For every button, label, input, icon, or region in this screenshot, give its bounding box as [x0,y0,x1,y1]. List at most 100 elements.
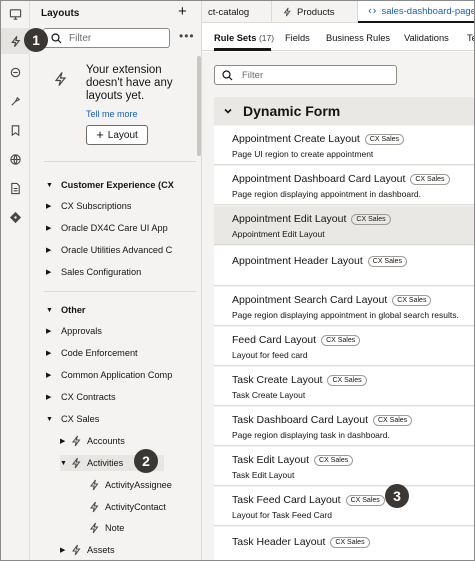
tab-validations[interactable]: Validations [404,33,449,43]
sidebar-scrollbar[interactable] [197,56,201,156]
tree-item-cx-contracts[interactable]: ▶ CX Contracts [46,389,116,405]
cx-sales-badge: CX Sales [327,375,367,386]
tree-item-activity-contact[interactable]: ActivityContact [88,499,198,515]
tree-item-activity-assignee[interactable]: ActivityAssignee [88,477,198,493]
section-dynamic-form[interactable]: Dynamic Form [214,97,474,125]
tree-item-sales-configuration[interactable]: ▶ Sales Configuration [46,264,141,280]
tab-business-rules[interactable]: Business Rules [326,33,390,43]
tab-fields[interactable]: Fields [285,33,310,43]
sidebar-title: Layouts [41,8,80,19]
sidebar-filter-input[interactable]: Filter [43,28,170,48]
expand-icon: ▶ [46,225,52,232]
rules-icon[interactable] [8,94,22,108]
add-layout-icon[interactable]: + [178,3,187,20]
tree-item-assets[interactable]: ▶ Assets [60,542,115,558]
cx-sales-badge: CX Sales [364,134,405,145]
divider [44,161,196,162]
tree-item-code-enforcement[interactable]: ▶ Code Enforcement [46,345,138,361]
tree-item-note[interactable]: Note [88,520,124,536]
tab-rule-sets[interactable]: Rule Sets (17) [214,33,274,43]
expand-icon: ▶ [46,372,52,379]
tree-item-oracle-utilities[interactable]: ▶ Oracle Utilities Advanced C [46,242,196,258]
lightning-icon [54,72,67,86]
expand-icon: ▶ [46,328,52,335]
activity-bar [1,1,30,560]
cx-sales-badge: CX Sales [345,495,385,506]
add-layout-label: Layout [107,129,138,141]
tab-sales-dashboard-page[interactable]: sales-dashboard-page [358,1,474,23]
search-icon [51,33,62,44]
collapse-icon: ▼ [46,181,53,189]
lightning-icon [90,479,99,491]
tell-me-more-link[interactable]: Tell me more [86,109,138,119]
desktop-icon[interactable] [8,7,22,21]
search-icon [222,70,233,81]
callout-3: 3 [385,484,409,508]
events-icon[interactable] [8,65,22,79]
tree-item-oracle-dx4c[interactable]: ▶ Oracle DX4C Care UI App [46,220,168,236]
app-window: Layouts + Filter ••• Your extension does… [0,0,475,561]
rule-sets-count: (17) [258,33,275,43]
lightning-icon [72,435,81,447]
cx-sales-badge: CX Sales [314,455,354,466]
lightning-icon [72,544,81,556]
layout-card[interactable]: Appointment Create Layout CX Sales Page U… [214,126,474,165]
expand-icon: ▶ [46,394,52,401]
cx-sales-badge: CX Sales [367,256,407,267]
layout-card-selected[interactable]: Appointment Edit Layout CX Sales Appointm… [214,206,474,245]
document-icon[interactable] [8,181,22,195]
tree-item-common-application[interactable]: ▶ Common Application Comp [46,367,196,383]
layout-card[interactable]: Task Dashboard Card Layout CX Sales Page … [214,407,474,446]
sidebar-filter-placeholder: Filter [69,33,92,44]
layout-card[interactable]: Task Create Layout CX Sales Task Create L… [214,367,474,406]
tree-group-customer-experience[interactable]: ▼ Customer Experience (CX [46,177,196,193]
add-layout-button[interactable]: + Layout [86,125,148,145]
layouts-sidebar: Layouts + Filter ••• Your extension does… [30,1,202,560]
bookmark-icon[interactable] [8,123,22,137]
layout-card[interactable]: Feed Card Layout CX Sales Layout for feed… [214,327,474,366]
tree-group-other[interactable]: ▼ Other [46,302,86,318]
tree-item-approvals[interactable]: ▶ Approvals [46,323,102,339]
more-icon[interactable]: ••• [179,29,195,43]
git-icon[interactable] [8,210,22,224]
layout-card[interactable]: Appointment Header Layout CX Sales [214,246,474,286]
tab-catalog[interactable]: ct-catalog [202,1,272,23]
lightning-icon [72,457,81,469]
tab-more[interactable]: Te [467,33,474,43]
tree-item-cx-sales[interactable]: ▼ CX Sales [46,411,99,427]
section-title: Dynamic Form [243,103,341,119]
cx-sales-badge: CX Sales [321,335,361,346]
expand-icon: ▶ [46,247,52,254]
cx-sales-badge: CX Sales [330,537,370,548]
rule-tabs: Rule Sets (17) Fields Business Rules Val… [202,24,474,51]
tree-item-cx-subscriptions[interactable]: ▶ CX Subscriptions [46,198,131,214]
plus-icon: + [96,127,104,142]
lightning-icon [90,501,99,513]
expand-icon: ▶ [60,547,66,554]
expand-icon: ▶ [46,269,52,276]
expand-icon: ▶ [46,203,52,210]
layout-card[interactable]: Task Feed Card Layout CX Sales Layout for… [214,487,474,526]
expand-icon: ▶ [60,438,66,445]
collapse-icon: ▼ [60,459,67,467]
divider [44,291,196,292]
tab-products[interactable]: Products [272,1,358,23]
rule-filter-input[interactable]: Filter [214,65,397,85]
layout-card[interactable]: Task Edit Layout CX Sales Task Edit Layou… [214,447,474,486]
lightning-icon [90,522,99,534]
editor-tab-bar: ct-catalog Products sales-dashboard-page [202,1,474,23]
code-icon [368,8,376,14]
tree-item-accounts[interactable]: ▶ Accounts [60,433,125,449]
layout-card[interactable]: Appointment Dashboard Card Layout CX Sale… [214,166,474,205]
chevron-down-icon [224,108,232,114]
collapse-icon: ▼ [46,306,53,314]
cx-sales-badge: CX Sales [410,174,450,185]
layout-card[interactable]: Appointment Search Card Layout CX Sales P… [214,287,474,326]
active-tab-indicator [214,48,271,51]
layout-card[interactable]: Task Header Layout CX Sales [214,527,474,560]
globe-icon[interactable] [8,152,22,166]
empty-message: Your extension doesn't have any layouts … [86,64,173,102]
callout-2: 2 [134,449,158,473]
rule-filter-placeholder: Filter [242,70,264,81]
callout-1: 1 [24,28,48,52]
